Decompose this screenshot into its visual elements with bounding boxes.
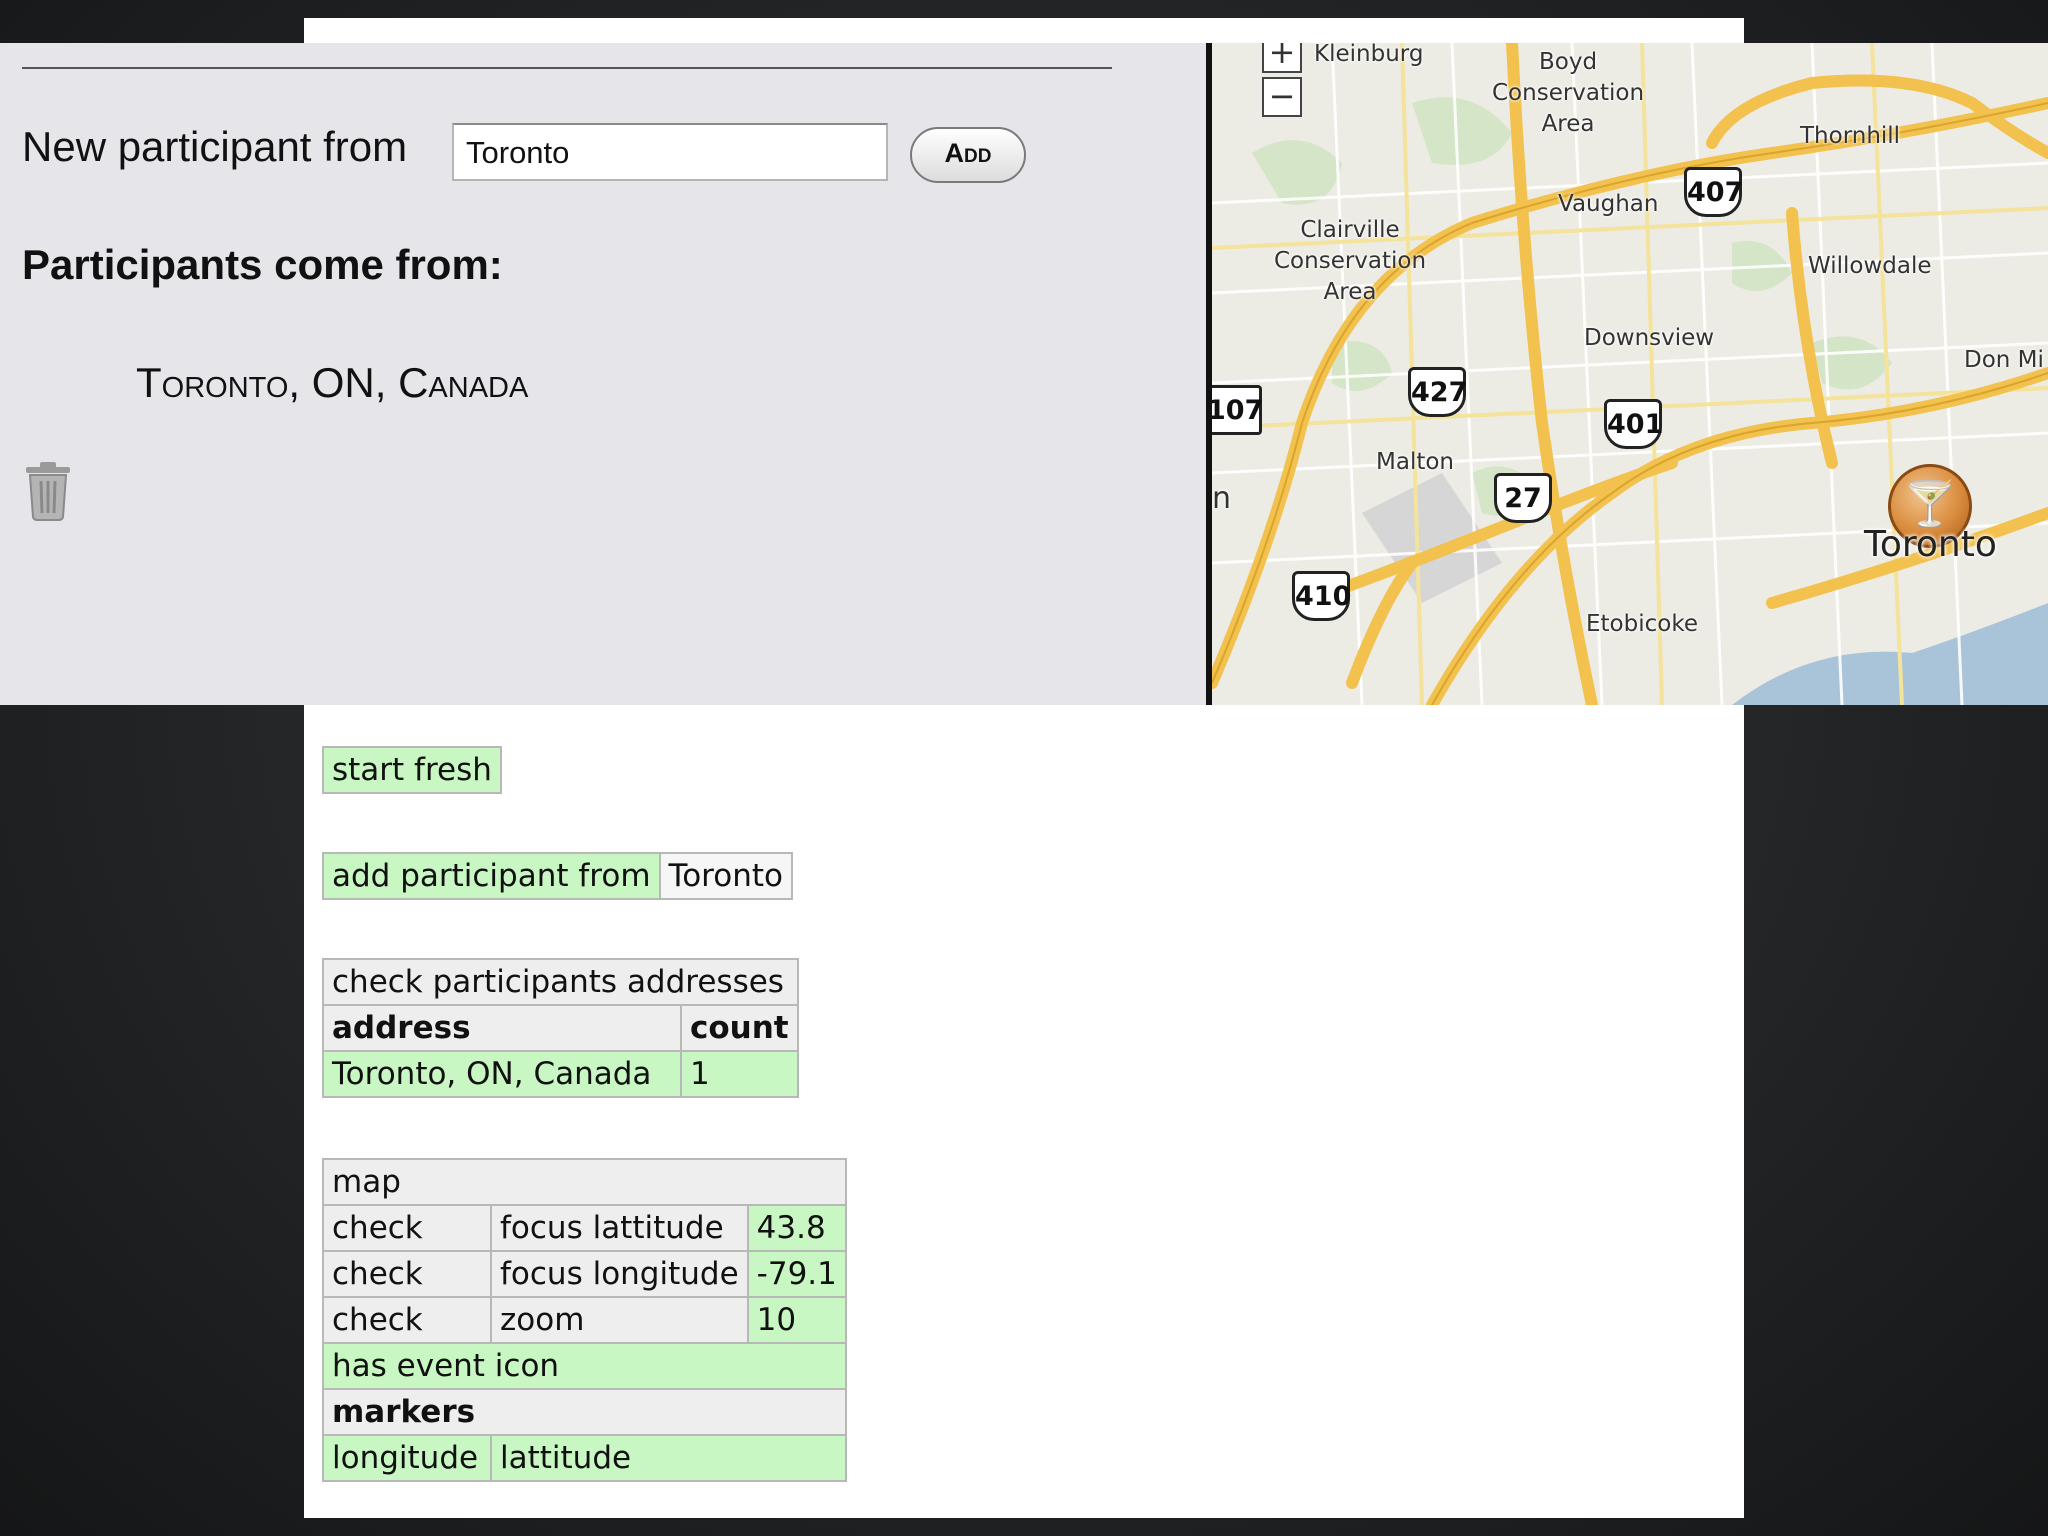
check-cell: check bbox=[322, 1204, 492, 1252]
highway-27-shield: 27 bbox=[1494, 473, 1552, 523]
map-label-etobicoke: Etobicoke bbox=[1586, 611, 1698, 637]
participants-heading: Participants come from: bbox=[22, 241, 503, 288]
field-cell: focus lattitude bbox=[490, 1204, 749, 1252]
marker-header-longitude: longitude bbox=[322, 1434, 492, 1482]
new-participant-input[interactable]: Toronto bbox=[452, 123, 888, 181]
map-label-boyd: Boyd Conservation Area bbox=[1492, 49, 1645, 137]
table-row: check focus longitude -79.1 bbox=[322, 1250, 847, 1298]
table-row: check focus lattitude 43.8 bbox=[322, 1204, 847, 1252]
table-row: check zoom 10 bbox=[322, 1296, 847, 1344]
new-participant-label: New participant from bbox=[22, 123, 408, 170]
address-cell: Toronto, ON, Canada bbox=[322, 1050, 682, 1098]
check-cell: check bbox=[322, 1250, 492, 1298]
map-table-title: map bbox=[322, 1158, 847, 1206]
column-header-address: address bbox=[322, 1004, 682, 1052]
map-table: map check focus lattitude 43.8 check foc… bbox=[322, 1158, 847, 1482]
highway-427-shield: 427 bbox=[1408, 367, 1467, 417]
add-participant-arg-cell: Toronto bbox=[658, 852, 793, 900]
highway-410-shield: 410 bbox=[1292, 571, 1351, 621]
map-label-kleinburg: Kleinburg bbox=[1314, 43, 1424, 67]
map-marker-label: Toronto bbox=[1864, 524, 1997, 565]
map-label-downsview: Downsview bbox=[1584, 325, 1715, 351]
map-label-clairville: Clairville Conservation Area bbox=[1274, 217, 1427, 305]
has-event-icon-cell: has event icon bbox=[322, 1342, 847, 1390]
participant-panel: New participant from Toronto Add Partici… bbox=[0, 43, 1206, 705]
highway-107-shield: 107 bbox=[1212, 385, 1263, 435]
marker-header-lattitude: lattitude bbox=[490, 1434, 847, 1482]
add-participant-cell: add participant from bbox=[322, 852, 661, 900]
check-addresses-table: check participants addresses address cou… bbox=[322, 958, 799, 1098]
value-cell: 43.8 bbox=[746, 1204, 847, 1252]
start-fresh-table: start fresh bbox=[322, 746, 502, 794]
zoom-out-button[interactable]: − bbox=[1262, 77, 1302, 117]
participant-item: Toronto, ON, Canada bbox=[136, 359, 529, 406]
column-header-count: count bbox=[680, 1004, 799, 1052]
field-cell: focus longitude bbox=[490, 1250, 749, 1298]
start-fresh-cell: start fresh bbox=[322, 746, 502, 794]
field-cell: zoom bbox=[490, 1296, 749, 1344]
map-label-edge: n bbox=[1212, 481, 1232, 516]
value-cell: -79.1 bbox=[746, 1250, 847, 1298]
map-view[interactable]: + − Kleinburg Boyd Conservation Area Tho… bbox=[1212, 43, 2048, 705]
trash-icon[interactable] bbox=[22, 461, 74, 521]
map-label-malton: Malton bbox=[1376, 449, 1454, 475]
highway-401-shield: 401 bbox=[1604, 399, 1663, 449]
check-cell: check bbox=[322, 1296, 492, 1344]
divider-line bbox=[22, 67, 1112, 69]
zoom-in-button[interactable]: + bbox=[1262, 43, 1302, 73]
value-cell: 10 bbox=[746, 1296, 847, 1344]
markers-cell: markers bbox=[322, 1388, 847, 1436]
add-participant-table: add participant from Toronto bbox=[322, 852, 793, 900]
check-addresses-title: check participants addresses bbox=[322, 958, 799, 1006]
map-label-don-mills: Don Mi bbox=[1964, 347, 2044, 373]
map-label-vaughan: Vaughan bbox=[1558, 191, 1659, 217]
map-label-willowdale: Willowdale bbox=[1808, 253, 1932, 279]
count-cell: 1 bbox=[680, 1050, 799, 1098]
map-label-thornhill: Thornhill bbox=[1800, 123, 1901, 149]
add-button[interactable]: Add bbox=[910, 127, 1026, 183]
app-screenshot: New participant from Toronto Add Partici… bbox=[0, 43, 2048, 705]
highway-407-shield: 407 bbox=[1684, 167, 1743, 217]
